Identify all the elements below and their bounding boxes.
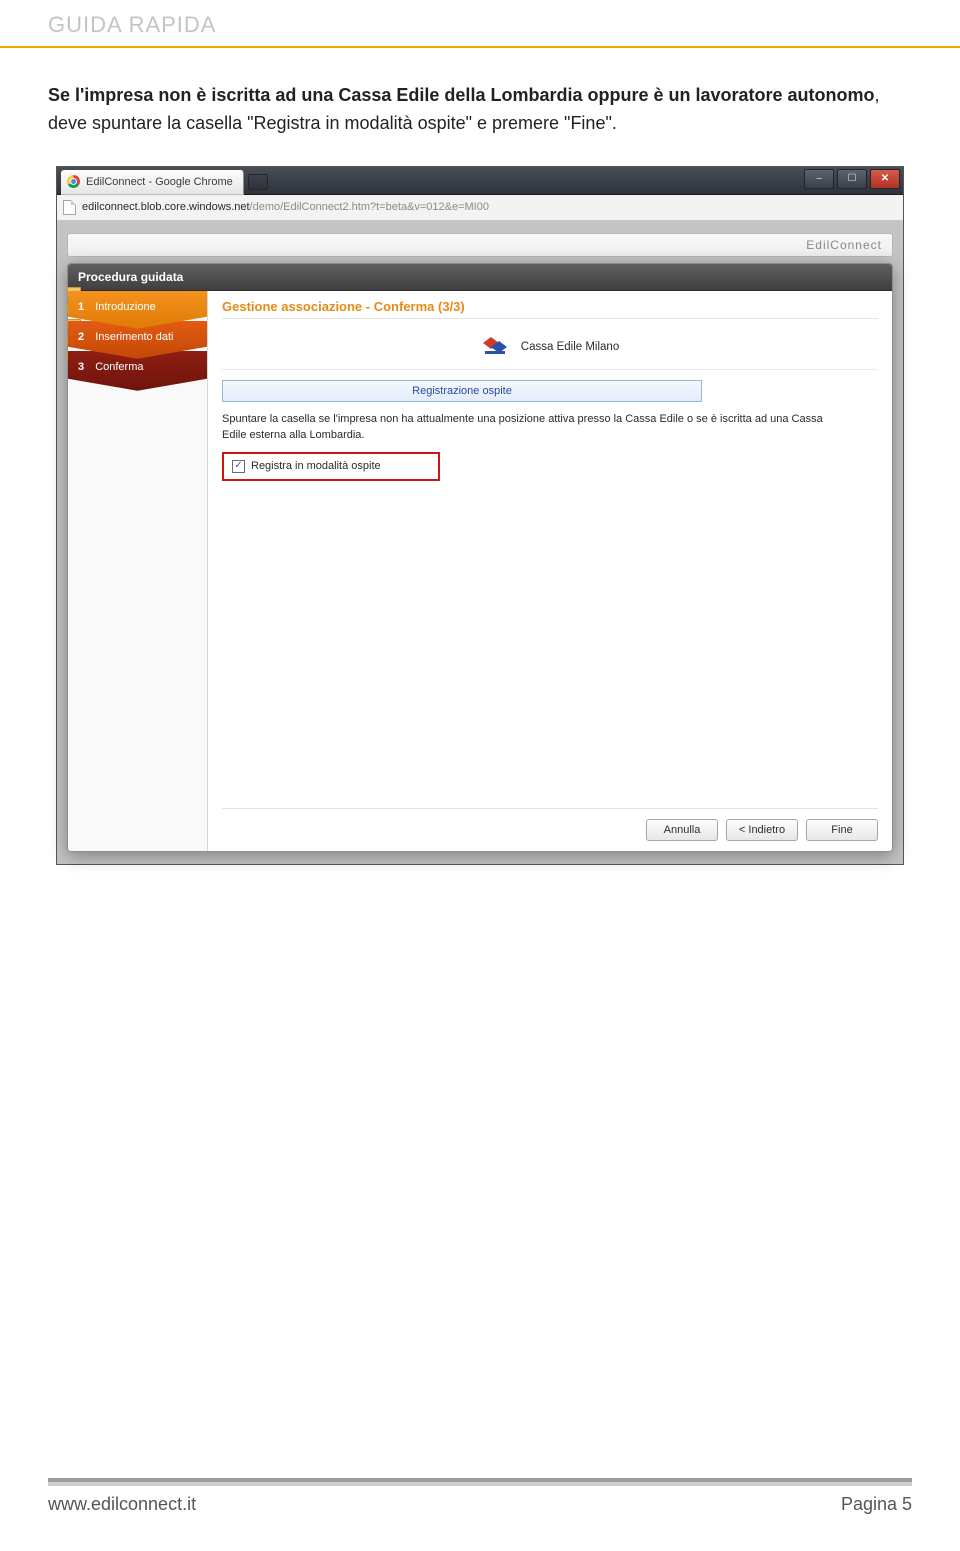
modal-body: 1 Introduzione 2 Inserimento dati 3 Conf… — [68, 291, 892, 851]
page-footer: www.edilconnect.it Pagina 5 — [48, 1482, 912, 1515]
tab-title: EdilConnect - Google Chrome — [86, 176, 233, 188]
wizard-content: Gestione associazione - Conferma (3/3) C… — [208, 291, 892, 851]
page-file-icon — [63, 200, 76, 215]
window-controls: – ☐ ✕ — [804, 167, 903, 194]
browser-tab[interactable]: EdilConnect - Google Chrome — [61, 170, 244, 195]
step-label: Inserimento dati — [95, 331, 173, 343]
guest-mode-checkbox-row[interactable]: ✓ Registra in modalità ospite — [226, 456, 436, 477]
step-number: 1 — [78, 301, 84, 313]
section-description: Spuntare la casella se l'impresa non ha … — [222, 412, 842, 444]
step-label: Conferma — [95, 361, 143, 373]
brand-name: Cassa Edile Milano — [521, 341, 619, 353]
intro-bold: Se l'impresa non è iscritta ad una Cassa… — [48, 85, 875, 105]
window-close-button[interactable]: ✕ — [870, 169, 900, 189]
new-tab-button[interactable] — [248, 174, 268, 190]
wizard-steps: 1 Introduzione 2 Inserimento dati 3 Conf… — [68, 291, 208, 851]
background-brand: EdilConnect — [806, 238, 882, 252]
app-body: EdilConnect Procedura guidata 1 Introduz… — [57, 221, 903, 864]
back-button[interactable]: < Indietro — [726, 819, 798, 841]
wizard-modal: Procedura guidata 1 Introduzione 2 Inser… — [67, 263, 893, 852]
background-header: EdilConnect — [67, 233, 893, 257]
section-title-band: Registrazione ospite — [222, 380, 702, 402]
finish-button[interactable]: Fine — [806, 819, 878, 841]
step-number: 3 — [78, 361, 84, 373]
window-minimize-button[interactable]: – — [804, 169, 834, 189]
window-titlebar: EdilConnect - Google Chrome – ☐ ✕ — [57, 167, 903, 195]
checkbox-label: Registra in modalità ospite — [251, 460, 381, 472]
step-label: Introduzione — [95, 301, 156, 313]
intro-paragraph: Se l'impresa non è iscritta ad una Cassa… — [0, 48, 960, 146]
chrome-icon — [67, 175, 80, 188]
footer-site: www.edilconnect.it — [48, 1494, 196, 1515]
checkbox-icon[interactable]: ✓ — [232, 460, 245, 473]
wizard-footer-buttons: Annulla < Indietro Fine — [222, 808, 878, 841]
screenshot-wrapper: EdilConnect - Google Chrome – ☐ ✕ edilco… — [56, 166, 904, 865]
wizard-heading: Gestione associazione - Conferma (3/3) — [222, 299, 878, 319]
modal-title: Procedura guidata — [68, 264, 892, 291]
brand-row: Cassa Edile Milano — [222, 327, 878, 370]
step-number: 2 — [78, 331, 84, 343]
footer-page-number: Pagina 5 — [841, 1494, 912, 1515]
url-path: /demo/EdilConnect2.htm?t=beta&v=012&e=MI… — [250, 201, 489, 213]
cancel-button[interactable]: Annulla — [646, 819, 718, 841]
cassa-edile-logo-icon — [481, 335, 511, 359]
browser-window: EdilConnect - Google Chrome – ☐ ✕ edilco… — [56, 166, 904, 865]
highlight-box: ✓ Registra in modalità ospite — [222, 452, 440, 481]
url-domain: edilconnect.blob.core.windows.net — [82, 201, 250, 213]
doc-header: GUIDA RAPIDA — [0, 0, 960, 48]
window-maximize-button[interactable]: ☐ — [837, 169, 867, 189]
address-bar[interactable]: edilconnect.blob.core.windows.net/demo/E… — [57, 195, 903, 221]
